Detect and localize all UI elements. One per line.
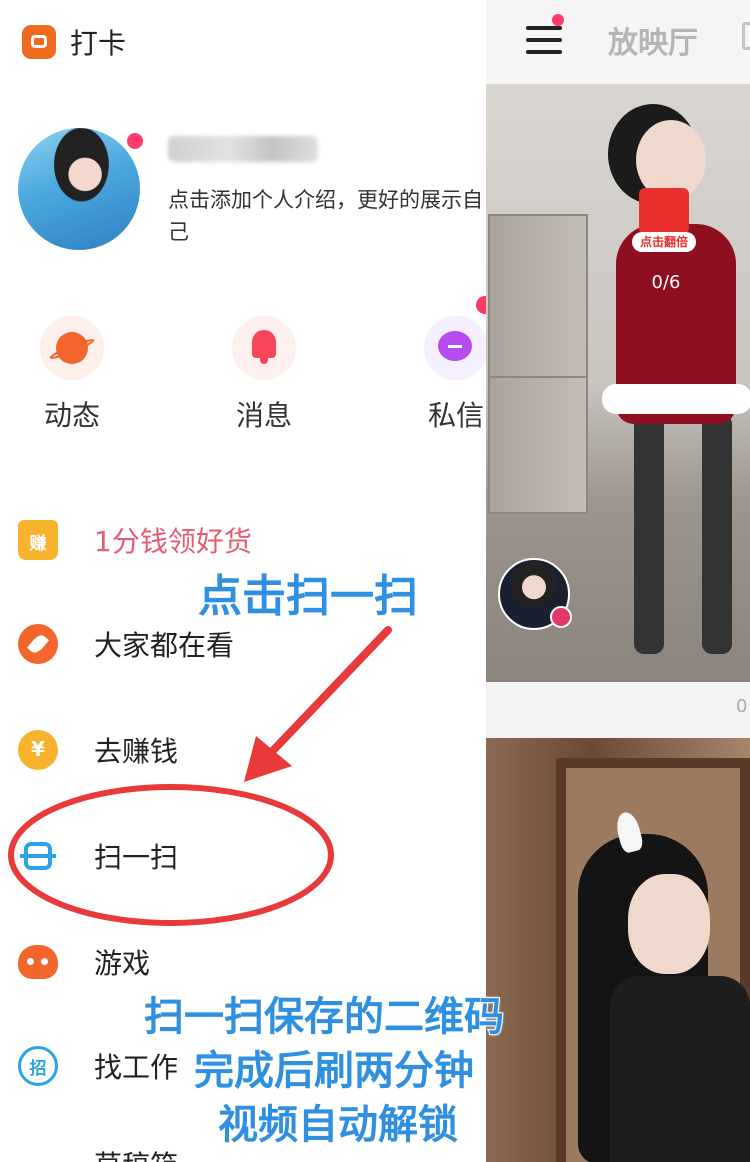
planet-icon — [40, 316, 104, 380]
video-thumbnail-figure — [634, 414, 664, 654]
shopping-bag-icon: 赚 — [18, 520, 58, 560]
video-thumbnail-figure — [602, 384, 750, 414]
video-feed: 放映厅 点击翻倍 0/6 0 — [486, 0, 750, 1162]
menu-item-label: 大家都在看 — [94, 629, 235, 662]
chat-bubble-icon — [424, 316, 486, 380]
quick-action-label: 私信 — [427, 399, 484, 432]
envelope-label: 点击翻倍 — [632, 232, 696, 252]
menu-item-trending[interactable]: 大家都在看 — [18, 620, 234, 668]
red-envelope-widget[interactable]: 点击翻倍 — [632, 188, 696, 252]
menu-item-label: 1分钱领好货 — [94, 525, 252, 558]
quick-action-direct-messages[interactable]: 私信 — [396, 316, 486, 434]
quick-action-label: 消息 — [235, 399, 292, 432]
menu-item-jobs[interactable]: 招 找工作 — [18, 1042, 178, 1090]
checkin-entry[interactable]: 打卡 — [22, 22, 126, 62]
bell-icon — [232, 316, 296, 380]
annotation-instruction: 视频自动解锁 — [217, 1101, 459, 1149]
annotation-circle — [8, 784, 334, 926]
video-thumbnail-bg — [488, 214, 588, 514]
gamepad-icon — [18, 945, 58, 979]
quick-action-feed[interactable]: 动态 — [12, 316, 132, 434]
annotation-instruction: 扫一扫保存的二维码 — [143, 993, 505, 1041]
annotation-instruction: 完成后刷两分钟 — [193, 1047, 475, 1095]
menu-item-games[interactable]: 游戏 — [18, 938, 150, 986]
annotation-title: 点击扫一扫 — [197, 570, 419, 623]
bag-icon-glyph: 赚 — [29, 534, 47, 554]
username-blurred — [168, 136, 318, 162]
checkin-label: 打卡 — [70, 27, 127, 60]
quick-action-label: 动态 — [43, 399, 100, 432]
job-icon: 招 — [18, 1046, 58, 1086]
menu-item-drafts[interactable]: 草稿箱 — [18, 1140, 178, 1162]
notification-dot — [552, 14, 564, 26]
video-thumbnail-figure — [628, 874, 710, 974]
avatar[interactable] — [18, 128, 140, 250]
coin-icon-glyph: ¥ — [31, 737, 45, 761]
job-icon-glyph: 招 — [29, 1059, 47, 1079]
annotation-arrow — [244, 626, 392, 782]
menu-item-label: 找工作 — [94, 1051, 179, 1084]
video-thumbnail-figure — [610, 976, 750, 1162]
tab-theater[interactable]: 放映厅 — [608, 18, 698, 62]
notification-dot — [476, 296, 486, 314]
feed-header: 放映厅 — [486, 0, 750, 84]
red-envelope-icon — [639, 188, 689, 234]
envelope-progress: 0/6 — [651, 272, 681, 293]
coin-icon: ¥ — [18, 730, 58, 770]
menu-item-label: 去赚钱 — [94, 735, 179, 768]
tab-next-partial[interactable] — [742, 22, 750, 50]
notification-dot — [124, 130, 146, 152]
tv-icon — [22, 25, 56, 59]
video-card[interactable] — [486, 738, 750, 1162]
video-card-count: 0 — [736, 696, 748, 717]
video-card-footer: 0 — [486, 682, 750, 734]
menu-item-label: 游戏 — [94, 947, 151, 980]
menu-icon[interactable] — [526, 24, 562, 54]
quick-action-messages[interactable]: 消息 — [204, 316, 324, 434]
menu-item-penny-deals[interactable]: 赚 1分钱领好货 — [18, 516, 252, 564]
profile-bio[interactable]: 点击添加个人介绍，更好的展示自己 — [168, 184, 486, 248]
menu-item-earn-money[interactable]: ¥ 去赚钱 — [18, 726, 178, 774]
compass-icon — [18, 624, 58, 664]
menu-item-label: 草稿箱 — [94, 1144, 178, 1162]
verified-badge-icon — [550, 606, 572, 628]
